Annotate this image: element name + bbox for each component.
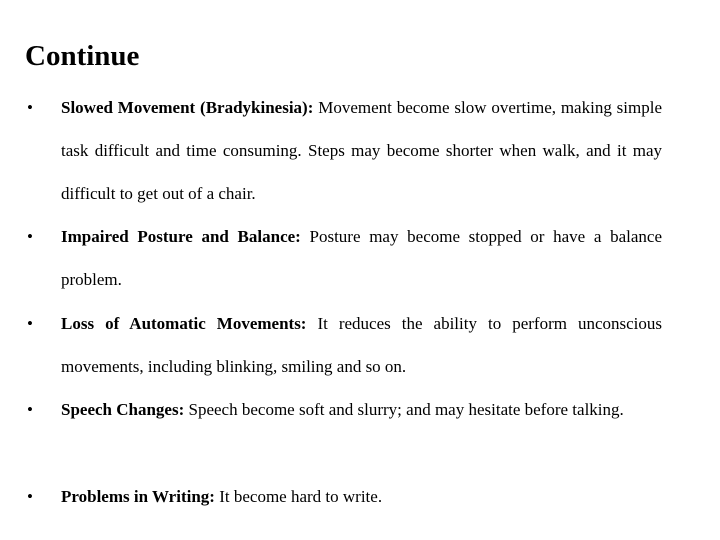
bullet-term: Impaired Posture and Balance: xyxy=(61,227,301,246)
bullet-text: Loss of Automatic Movements: It reduces … xyxy=(61,302,662,388)
bullet-description: It become hard to write. xyxy=(214,487,383,506)
bullet-term: Speech Changes: xyxy=(61,400,185,419)
bullet-text: Slowed Movement (Bradykinesia): Movement… xyxy=(61,86,662,215)
bullet-icon: • xyxy=(27,227,33,246)
bullet-icon: • xyxy=(27,98,33,117)
bullet-term: Loss of Automatic Movements: xyxy=(61,314,307,333)
bullet-text: Problems in Writing: It become hard to w… xyxy=(61,475,662,518)
bullet-icon: • xyxy=(27,400,33,419)
bullet-term: Problems in Writing: xyxy=(61,487,215,506)
bullet-icon: • xyxy=(27,487,33,506)
slide-title: Continue xyxy=(25,40,140,72)
bullet-text: Impaired Posture and Balance: Posture ma… xyxy=(61,215,662,301)
bullet-text: Speech Changes: Speech become soft and s… xyxy=(61,388,662,431)
bullet-icon: • xyxy=(27,314,33,333)
bullet-term: Slowed Movement (Bradykinesia): xyxy=(61,98,314,117)
bullet-description: Speech become soft and slurry; and may h… xyxy=(184,400,624,419)
